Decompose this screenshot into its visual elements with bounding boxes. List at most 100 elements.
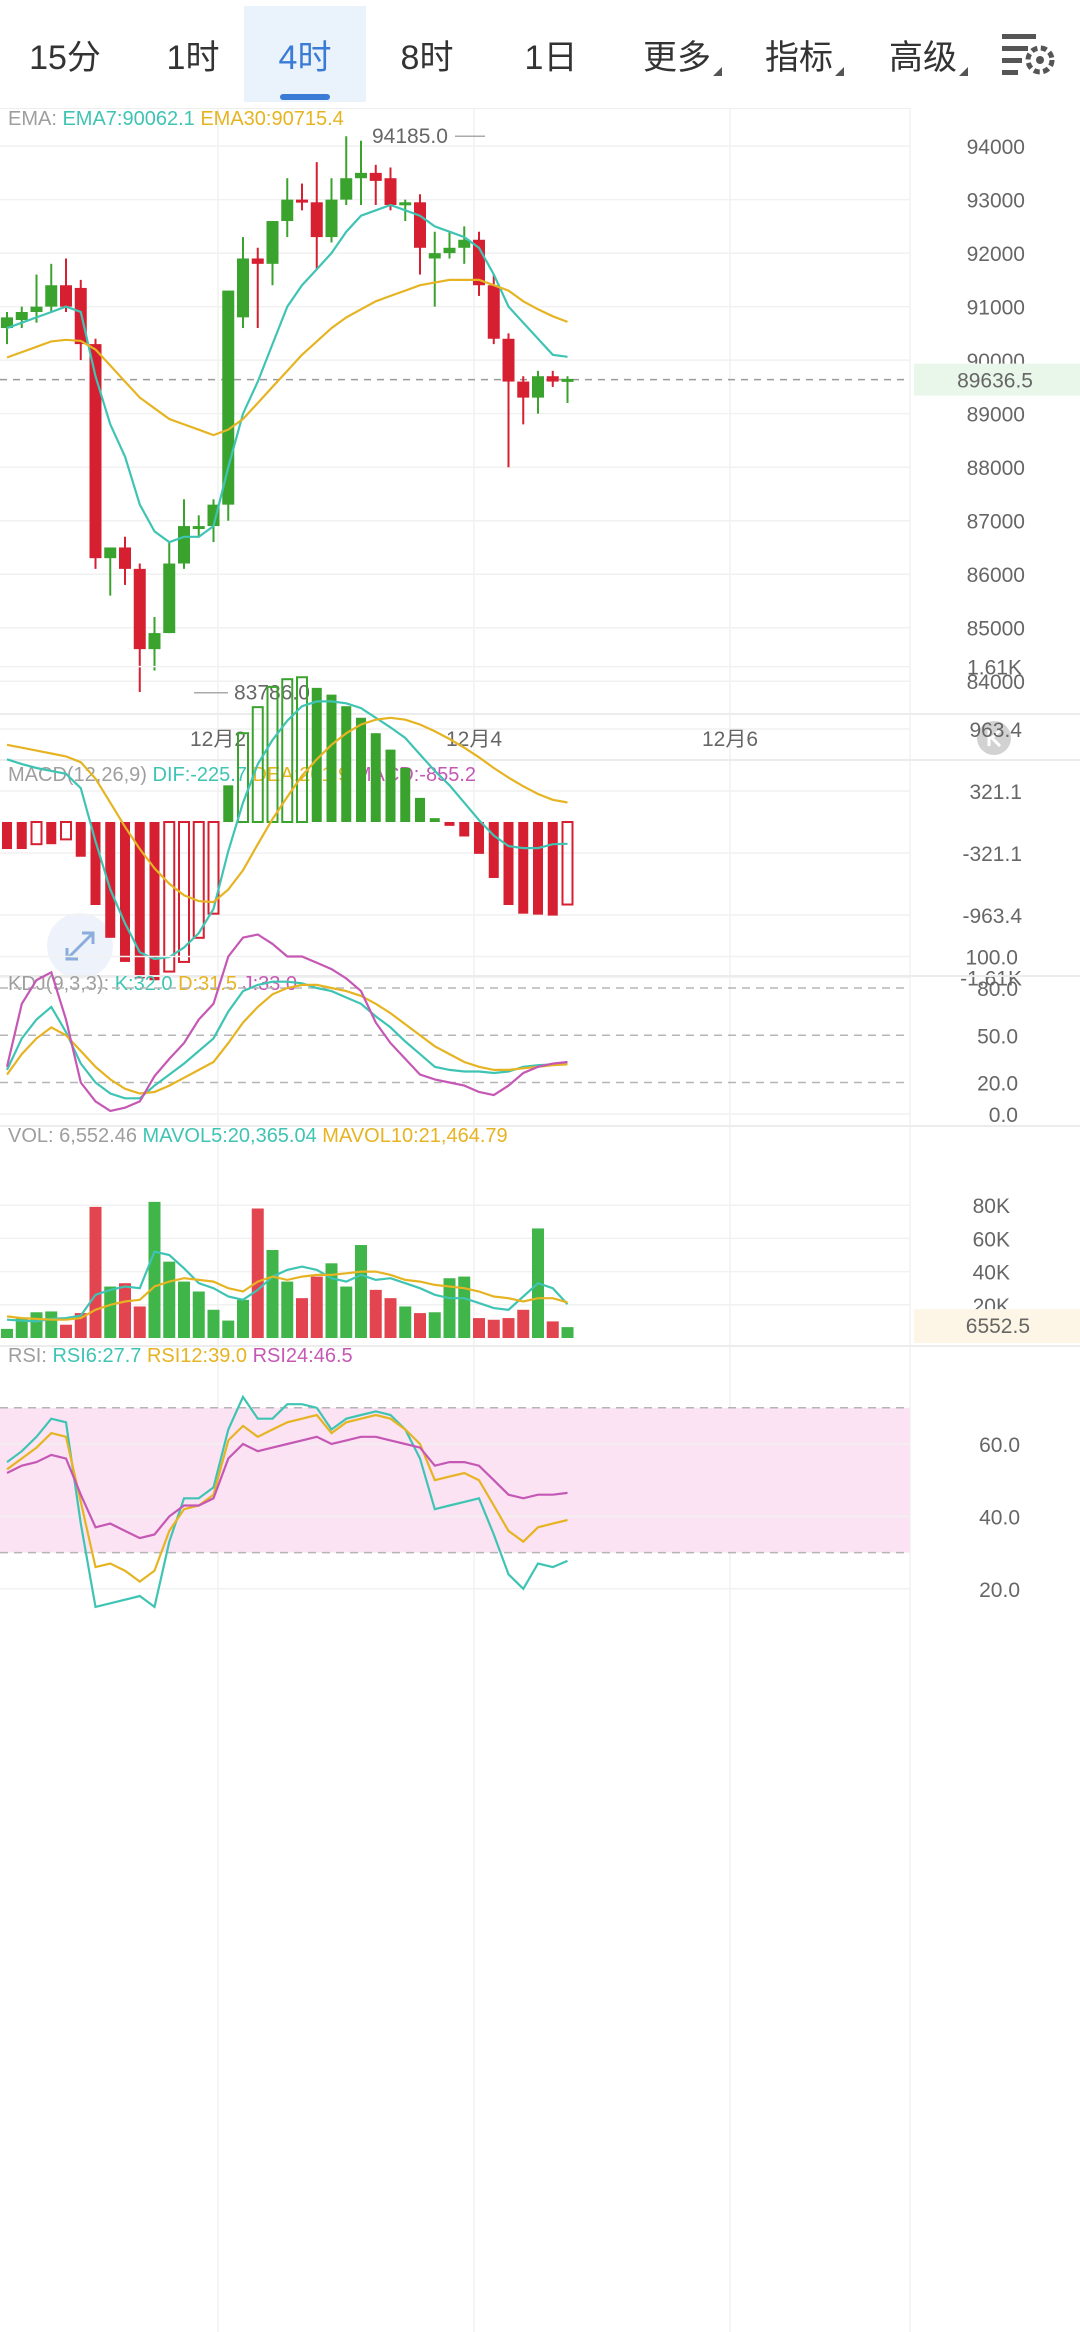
candle-body	[443, 247, 456, 254]
candle-body	[310, 202, 323, 238]
macd-histogram-bar	[30, 821, 43, 846]
volume-bar	[251, 1208, 264, 1338]
volume-bar	[104, 1286, 117, 1338]
volume-bar	[546, 1321, 559, 1338]
kdj-tick: 50.0	[977, 1025, 1018, 1048]
macd-tick: -963.4	[962, 905, 1022, 928]
macd-histogram-bar	[266, 685, 279, 824]
tab-4[interactable]: 1日	[496, 6, 606, 102]
macd-histogram-bar	[90, 822, 101, 905]
kdj-tick: 20.0	[977, 1073, 1018, 1096]
vol-legend: VOL: 6,552.46 MAVOL5:20,365.04 MAVOL10:2…	[8, 1125, 508, 1147]
kdj-legend: KDJ(9,3,3): K:32.0 D:31.5 J:33.0	[8, 973, 297, 995]
candle-body	[384, 178, 397, 205]
tab-2[interactable]: 4时	[244, 6, 366, 102]
macd-tick: 1.61K	[967, 657, 1022, 680]
rsi-overbought-oversold-band	[0, 1407, 910, 1553]
macd-histogram-bar	[385, 749, 396, 822]
candle-body	[296, 199, 308, 203]
macd-histogram-bar	[326, 694, 337, 822]
candle-body	[222, 290, 235, 505]
legend-part: RSI:	[8, 1345, 52, 1367]
volume-bar	[369, 1289, 382, 1338]
tab-1[interactable]: 1时	[138, 6, 248, 102]
candle-body	[369, 172, 382, 181]
price-tick: 91000	[967, 297, 1025, 320]
volume-bar	[89, 1206, 102, 1338]
volume-bar	[1, 1328, 13, 1338]
kdj-tick: 100.0	[965, 947, 1018, 970]
candle-body	[60, 285, 72, 307]
candle-body	[414, 202, 426, 248]
chart-settings-icon[interactable]	[996, 20, 1060, 84]
macd-histogram-bar	[2, 822, 12, 850]
macd-histogram-bar	[60, 821, 72, 841]
expand-arrows-icon[interactable]	[47, 913, 113, 979]
candle-body	[281, 199, 294, 222]
volume-bar	[237, 1299, 249, 1338]
macd-histogram-bar	[370, 733, 381, 822]
macd-histogram-bar	[429, 818, 440, 822]
ema-legend: EMA: EMA7:90062.1 EMA30:90715.4	[8, 108, 344, 130]
rsi-tick: 40.0	[979, 1506, 1020, 1529]
tab-6[interactable]: 指标	[744, 6, 854, 102]
volume-bar	[502, 1318, 515, 1338]
macd-histogram-bar	[46, 822, 57, 845]
legend-part: KDJ(9,3,3):	[8, 973, 115, 995]
macd-histogram-bar	[547, 822, 558, 916]
tab-label: 4时	[278, 38, 332, 77]
volume-bar	[266, 1250, 279, 1338]
volume-bar	[473, 1318, 485, 1338]
macd-histogram-bar	[474, 822, 484, 854]
macd-histogram-bar	[223, 785, 234, 822]
volume-bar	[458, 1276, 471, 1338]
price-tick: 86000	[967, 564, 1025, 587]
legend-part: K:32.0	[115, 973, 173, 995]
tab-7[interactable]: 高级	[868, 6, 978, 102]
candle-body	[325, 199, 338, 238]
tab-5[interactable]: 更多	[622, 6, 732, 102]
tab-0[interactable]: 15分	[10, 6, 120, 102]
volume-bar	[296, 1298, 308, 1338]
vol-tick: 80K	[973, 1195, 1010, 1218]
legend-part: EMA:	[8, 108, 62, 130]
volume-bar	[340, 1286, 353, 1338]
candle-body	[266, 221, 279, 264]
candle-body	[428, 253, 441, 259]
tab-label: 1日	[524, 38, 578, 77]
dropdown-caret-icon	[713, 67, 722, 76]
macd-histogram-bar	[561, 821, 574, 906]
rsi-tick: 20.0	[979, 1579, 1020, 1602]
macd-histogram-bar	[415, 797, 425, 822]
dropdown-caret-icon	[835, 67, 844, 76]
candle-body	[487, 285, 500, 339]
candle-body	[502, 338, 515, 382]
volume-bar	[60, 1324, 72, 1338]
k-line	[6, 980, 568, 1100]
legend-part: EMA7:90062.1	[62, 108, 194, 130]
legend-part: VOL: 6,552.46	[8, 1125, 143, 1147]
candle-body	[251, 258, 264, 264]
tab-3[interactable]: 8时	[372, 6, 482, 102]
volume-bar	[163, 1261, 176, 1338]
vol-tick: 60K	[973, 1228, 1010, 1251]
volume-bar	[178, 1281, 190, 1338]
dropdown-caret-icon	[959, 67, 968, 76]
kdj-tick: 80.0	[977, 978, 1018, 1001]
kline-chart[interactable]: 9400093000920009100090000890008800087000…	[0, 108, 1080, 2332]
candle-body	[163, 563, 176, 634]
tab-label: 指标	[765, 38, 833, 77]
price-tick: 92000	[967, 243, 1025, 266]
high-price-label: 94185.0	[372, 125, 448, 148]
volume-bar	[30, 1312, 43, 1338]
tab-label: 高级	[889, 38, 957, 77]
price-tick: 89000	[967, 404, 1025, 427]
legend-part: DIF:-225.7	[153, 764, 247, 786]
macd-histogram-bar	[120, 822, 130, 962]
candle-body	[148, 633, 161, 650]
vol-tick: 40K	[973, 1262, 1010, 1285]
candle-body	[532, 376, 544, 398]
timeframe-tabbar: 15分 1时 4时 8时 1日 更多 指标 高级	[0, 0, 1080, 109]
rsi-legend: RSI: RSI6:27.7 RSI12:39.0 RSI24:46.5	[8, 1345, 353, 1367]
legend-part: MAVOL5:20,365.04	[143, 1125, 317, 1147]
